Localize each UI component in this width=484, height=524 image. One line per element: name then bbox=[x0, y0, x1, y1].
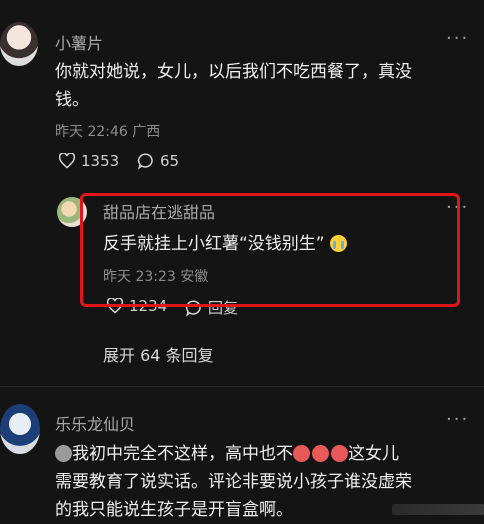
comment-meta: 昨天 22:46 广西 bbox=[55, 121, 160, 141]
more-options-icon[interactable]: ··· bbox=[446, 409, 469, 430]
expand-replies-button[interactable]: 展开 64 条回复 bbox=[103, 342, 214, 366]
heart-icon bbox=[58, 153, 76, 169]
angry-emoji-icon bbox=[331, 445, 348, 462]
comment-text-line1a: 我初中完全不这样，高中也不 bbox=[72, 444, 293, 464]
comment-text: 你就对她说，女儿，以后我们不吃西餐了，真没钱。 bbox=[55, 62, 412, 110]
more-options-icon[interactable]: ··· bbox=[446, 28, 469, 49]
like-button[interactable]: 1353 bbox=[58, 152, 119, 170]
avatar[interactable] bbox=[0, 404, 40, 454]
sweat-emoji-icon bbox=[55, 445, 72, 462]
avatar[interactable] bbox=[0, 22, 38, 66]
like-count: 1353 bbox=[81, 152, 120, 170]
comment-text-line3: 的我只能说生孩子是开盲盒啊。 bbox=[55, 500, 293, 520]
comment-text-line1b: 这女儿 bbox=[348, 444, 399, 464]
reply-count: 65 bbox=[160, 152, 180, 170]
watermark-logo bbox=[392, 504, 484, 515]
comment-location: 广西 bbox=[132, 124, 161, 140]
highlight-box bbox=[80, 193, 460, 307]
username[interactable]: 小薯片 bbox=[55, 30, 103, 54]
username[interactable]: 乐乐龙仙贝 bbox=[55, 411, 135, 435]
comment-text-line2: 需要教育了说实话。评论非要说小孩子谁没虚荣 bbox=[55, 472, 412, 492]
reply-count-button[interactable]: 65 bbox=[137, 152, 179, 170]
angry-emoji-icon bbox=[293, 445, 310, 462]
divider bbox=[0, 386, 484, 387]
comment-time: 昨天 22:46 bbox=[55, 124, 128, 140]
angry-emoji-icon bbox=[312, 445, 329, 462]
comment-bubble-icon bbox=[137, 152, 155, 170]
